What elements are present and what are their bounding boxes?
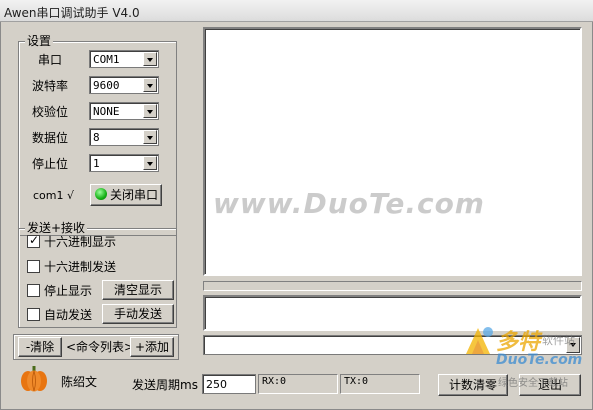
- clear-command-button[interactable]: -清除: [18, 337, 62, 357]
- pumpkin-icon: [21, 366, 47, 392]
- exit-button[interactable]: 退出: [519, 374, 581, 396]
- baud-select-value: 9600: [93, 79, 120, 92]
- auto-send-checkbox[interactable]: [27, 308, 40, 321]
- stopbits-label: 停止位: [32, 157, 69, 171]
- databits-label: 数据位: [32, 131, 69, 145]
- receive-text-area[interactable]: [203, 27, 582, 276]
- stop-display-checkbox[interactable]: [27, 284, 40, 297]
- tx-counter: TX:0: [340, 374, 420, 394]
- title-bar: Awen串口调试助手 V4.0: [0, 0, 593, 22]
- add-command-button[interactable]: +添加: [130, 337, 174, 357]
- close-port-label: 关闭串口: [110, 188, 159, 202]
- parity-select[interactable]: NONE: [89, 102, 159, 120]
- command-select[interactable]: [203, 335, 582, 355]
- chevron-down-icon[interactable]: [143, 156, 157, 170]
- stop-display-label[interactable]: 停止显示: [44, 284, 92, 298]
- author-label: 陈绍文: [61, 375, 98, 389]
- parity-label: 校验位: [32, 105, 69, 119]
- chevron-down-icon[interactable]: [143, 52, 157, 66]
- send-period-input[interactable]: 250: [202, 374, 256, 394]
- send-period-label: 发送周期ms: [132, 378, 198, 392]
- stopbits-select-value: 1: [93, 157, 100, 170]
- send-text-area[interactable]: [203, 295, 582, 331]
- close-port-button[interactable]: 关闭串口: [90, 184, 162, 206]
- manual-send-button[interactable]: 手动发送: [102, 304, 174, 324]
- chevron-down-icon[interactable]: [566, 337, 580, 353]
- tx-counter-text: TX:0: [344, 376, 369, 387]
- send-period-value: 250: [206, 378, 227, 391]
- window-title: Awen串口调试助手 V4.0: [4, 6, 140, 20]
- hex-display-label[interactable]: 十六进制显示: [44, 235, 116, 249]
- port-label: 串口: [38, 53, 63, 67]
- baud-label: 波特率: [32, 79, 69, 93]
- auto-send-label[interactable]: 自动发送: [44, 308, 92, 322]
- baud-select[interactable]: 9600: [89, 76, 159, 94]
- main-window: 设置 串口 COM1 波特率 9600 校验位 NONE 数据位 8 停止位 1…: [0, 22, 593, 410]
- hex-display-checkbox[interactable]: [27, 233, 40, 248]
- clear-display-button[interactable]: 清空显示: [102, 280, 174, 300]
- databits-select[interactable]: 8: [89, 128, 159, 146]
- status-led-icon: [95, 188, 107, 200]
- settings-legend: 设置: [25, 34, 54, 48]
- rx-counter-text: RX:0: [262, 376, 287, 387]
- chevron-down-icon[interactable]: [143, 104, 157, 118]
- stopbits-select[interactable]: 1: [89, 154, 159, 172]
- databits-select-value: 8: [93, 131, 100, 144]
- hex-send-label[interactable]: 十六进制发送: [44, 260, 116, 274]
- command-list-label: <命令列表>: [66, 340, 135, 354]
- rx-counter: RX:0: [258, 374, 338, 394]
- port-select[interactable]: COM1: [89, 50, 159, 68]
- hex-send-checkbox[interactable]: [27, 260, 40, 273]
- clear-count-button[interactable]: 计数清零: [438, 374, 508, 396]
- chevron-down-icon[interactable]: [143, 78, 157, 92]
- parity-select-value: NONE: [93, 105, 120, 118]
- port-status-text: com1 √: [33, 189, 74, 202]
- port-select-value: COM1: [93, 53, 120, 66]
- chevron-down-icon[interactable]: [143, 130, 157, 144]
- splitter-bar[interactable]: [203, 281, 582, 291]
